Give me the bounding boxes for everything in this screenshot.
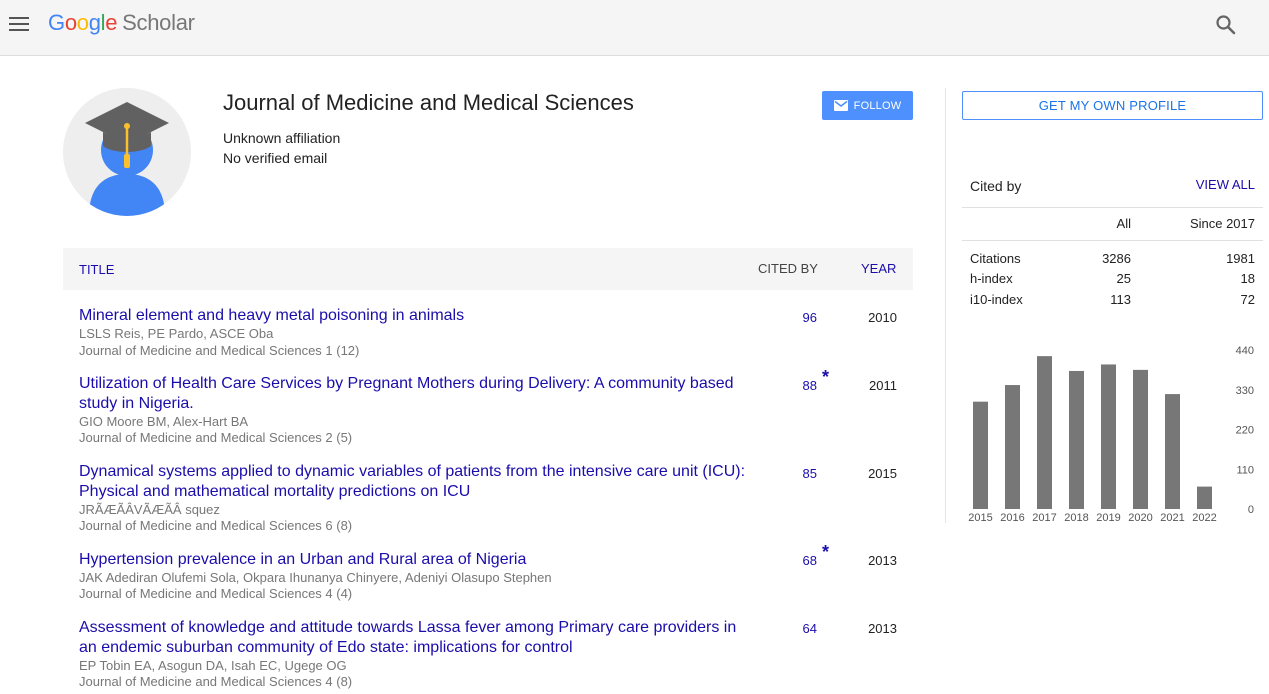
article-authors: GIO Moore BM, Alex-Hart BA <box>79 414 249 429</box>
table-row: Hypertension prevalence in an Urban and … <box>63 542 913 606</box>
chart-x-tick-label: 2018 <box>1064 512 1088 524</box>
graduation-cap-person-icon <box>63 88 191 216</box>
citations-per-year-chart: 2015 2016 2017 2018 2019 2020 2021 2022 440 330 22… <box>968 345 1254 524</box>
menu-icon[interactable] <box>9 14 31 34</box>
chart-bar-2019[interactable] <box>1101 364 1116 509</box>
article-title-link[interactable]: Hypertension prevalence in an Urban and … <box>79 550 749 570</box>
search-icon[interactable] <box>1214 13 1238 37</box>
article-venue: Journal of Medicine and Medical Sciences… <box>79 586 353 601</box>
article-venue: Journal of Medicine and Medical Sciences… <box>79 343 360 358</box>
profile-email: No verified email <box>223 150 328 166</box>
article-title-link[interactable]: Utilization of Health Care Services by P… <box>79 374 749 414</box>
chart-y-tick-label: 220 <box>1236 425 1254 437</box>
article-cited-by-link[interactable]: 88 <box>783 378 817 393</box>
mail-icon <box>833 100 848 111</box>
chart-bar-2015[interactable] <box>973 401 988 509</box>
table-row: Assessment of knowledge and attitude tow… <box>63 618 913 690</box>
profile-name: Journal of Medicine and Medical Sciences <box>223 90 634 115</box>
article-year: 2015 <box>868 466 897 481</box>
stat-citations-since: 1981 <box>1226 251 1255 266</box>
chart-bar-2017[interactable] <box>1037 356 1052 509</box>
stat-i10-index-since: 72 <box>1240 292 1255 307</box>
chart-x-tick-label: 2020 <box>1128 512 1152 524</box>
chart-bar-2018[interactable] <box>1069 370 1084 509</box>
divider <box>962 240 1263 241</box>
chart-bar-2020[interactable] <box>1133 369 1148 509</box>
chart-y-tick-label: 110 <box>1236 464 1254 476</box>
article-venue: Journal of Medicine and Medical Sciences… <box>79 674 353 689</box>
logo-scholar-text: Scholar <box>122 10 195 35</box>
logo-letter: o <box>76 10 89 35</box>
logo-letter: e <box>105 10 118 35</box>
stat-citations-all: 3286 <box>1102 251 1131 266</box>
chart-x-tick-label: 2019 <box>1096 512 1120 524</box>
chart-x-tick-label: 2015 <box>968 512 992 524</box>
get-my-own-profile-button[interactable]: GET MY OWN PROFILE <box>962 91 1263 120</box>
article-venue: Journal of Medicine and Medical Sciences… <box>79 430 353 445</box>
chart-x-tick-label: 2017 <box>1032 512 1056 524</box>
chart-y-tick-label: 330 <box>1236 385 1254 397</box>
logo-letter: o <box>64 10 77 35</box>
stat-i10-index-all: 113 <box>1110 292 1131 307</box>
chart-x-tick-label: 2021 <box>1160 512 1184 524</box>
chart-x-tick-label: 2022 <box>1192 512 1216 524</box>
stat-label-i10-index: i10-index <box>970 292 1023 307</box>
article-cited-by-link[interactable]: 64 <box>783 621 817 636</box>
column-header-since: Since 2017 <box>1189 216 1255 231</box>
articles-table-header: TITLE CITED BY YEAR <box>63 248 913 290</box>
column-header-all: All <box>1116 216 1131 231</box>
chart-bar-2022[interactable] <box>1197 486 1212 509</box>
article-venue: Journal of Medicine and Medical Sciences… <box>79 518 353 533</box>
stat-h-index-all: 25 <box>1116 271 1131 286</box>
article-authors: EP Tobin EA, Asogun DA, Isah EC, Ugege O… <box>79 658 347 673</box>
profile-affiliation: Unknown affiliation <box>223 130 341 146</box>
article-year: 2010 <box>868 310 897 325</box>
article-star: * <box>822 542 830 562</box>
column-divider <box>945 88 946 523</box>
follow-button[interactable]: FOLLOW <box>822 91 913 120</box>
stat-h-index-since: 18 <box>1240 271 1255 286</box>
stat-label-citations: Citations <box>970 251 1021 266</box>
logo-letter: g <box>88 10 101 35</box>
table-row: Mineral element and heavy metal poisonin… <box>63 306 913 362</box>
article-title-link[interactable]: Mineral element and heavy metal poisonin… <box>79 306 749 326</box>
chart-bar-2016[interactable] <box>1005 385 1020 509</box>
chart-y-tick-label: 0 <box>1248 504 1254 516</box>
sort-by-year[interactable]: YEAR <box>861 261 896 276</box>
sort-by-title[interactable]: TITLE <box>79 262 114 277</box>
view-all-link[interactable]: VIEW ALL <box>1150 177 1255 192</box>
article-authors: JAK Adediran Olufemi Sola, Okpara Ihunan… <box>79 570 552 585</box>
stat-label-h-index: h-index <box>970 271 1013 286</box>
article-authors: JRÃÆÃÂVÃÆÃÂ squez <box>79 502 220 517</box>
top-bar: Google Scholar <box>0 0 1269 56</box>
article-year: 2013 <box>868 553 897 568</box>
divider <box>962 207 1263 208</box>
sort-by-cited[interactable]: CITED BY <box>758 261 818 276</box>
logo-letter: G <box>48 10 65 35</box>
chart-y-tick-label: 440 <box>1236 345 1254 357</box>
article-cited-by-link[interactable]: 85 <box>783 466 817 481</box>
chart-x-tick-label: 2016 <box>1000 512 1024 524</box>
article-year: 2011 <box>869 378 897 393</box>
article-cited-by-link[interactable]: 68 <box>783 553 817 568</box>
google-scholar-logo[interactable]: Google Scholar <box>48 9 195 37</box>
article-year: 2013 <box>868 621 897 636</box>
article-authors: LSLS Reis, PE Pardo, ASCE Oba <box>79 326 274 341</box>
cited-by-heading: Cited by <box>970 178 1022 194</box>
article-cited-by-link[interactable]: 96 <box>783 310 817 325</box>
chart-bar-2021[interactable] <box>1165 394 1180 509</box>
table-row: Dynamical systems applied to dynamic var… <box>63 462 913 534</box>
follow-label: FOLLOW <box>853 99 902 112</box>
article-title-link[interactable]: Dynamical systems applied to dynamic var… <box>79 462 749 502</box>
article-star: * <box>822 367 830 387</box>
article-title-link[interactable]: Assessment of knowledge and attitude tow… <box>79 618 749 658</box>
table-row: Utilization of Health Care Services by P… <box>63 367 913 446</box>
